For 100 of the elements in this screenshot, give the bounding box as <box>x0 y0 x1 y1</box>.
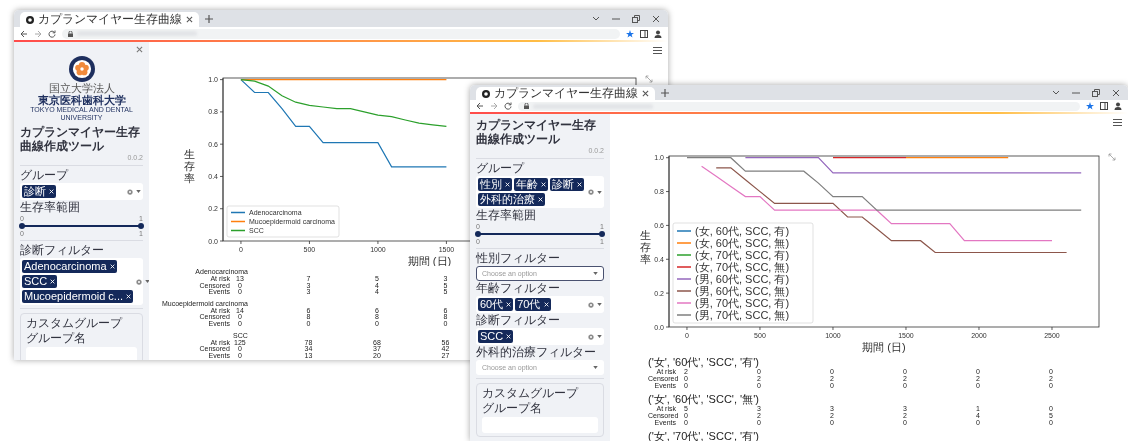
field-label: 診断フィルター <box>476 314 561 327</box>
filter-tag[interactable]: SCC <box>22 275 58 288</box>
multiselect-field[interactable]: 診断 <box>20 183 143 200</box>
panel-icon[interactable] <box>640 29 648 38</box>
field-label: グループ <box>476 162 526 175</box>
clear-icon[interactable] <box>136 278 143 285</box>
field-label: グループ名 <box>26 332 87 345</box>
slider-thumb[interactable] <box>138 223 144 229</box>
remove-icon[interactable] <box>126 294 132 299</box>
axis-title: 期間 (日) <box>862 341 906 353</box>
circle-icon <box>482 89 490 98</box>
clear-icon[interactable] <box>588 189 594 195</box>
multiselect-field[interactable]: SCC <box>476 328 604 345</box>
field-label: 診断フィルター <box>20 244 105 257</box>
group-name: ('女', '60代', 'SCC', '無') <box>648 393 759 405</box>
university-logo <box>68 56 95 82</box>
filter-tag[interactable]: 年齢 <box>514 178 548 191</box>
remove-icon[interactable] <box>541 182 546 187</box>
caret-icon[interactable] <box>597 335 602 338</box>
caret-icon[interactable] <box>597 303 602 306</box>
panel-icon[interactable] <box>1100 102 1108 110</box>
address-field[interactable] <box>62 28 620 39</box>
restore-icon[interactable] <box>632 14 640 23</box>
browser-tab[interactable]: カプランマイヤー生存曲線 <box>476 87 655 100</box>
close-icon[interactable] <box>1112 88 1120 97</box>
clear-icon[interactable] <box>588 301 594 308</box>
remove-icon[interactable] <box>538 197 543 202</box>
panel-title: カスタムグループ <box>26 317 124 330</box>
legend-label: (女, 70代, SCC, 有) <box>695 248 790 261</box>
legend-label: (男, 70代, SCC, 無) <box>695 308 790 321</box>
filter-tag[interactable]: 70代 <box>515 298 551 311</box>
browser-tab[interactable]: カプランマイヤー生存曲線 <box>20 12 199 27</box>
university-name: 東京医科歯科大学 <box>37 94 126 106</box>
remove-icon[interactable] <box>109 264 115 269</box>
lock-icon <box>68 30 73 37</box>
caret-icon[interactable] <box>593 272 598 275</box>
star-icon[interactable] <box>1086 102 1094 110</box>
chevron-icon[interactable] <box>592 15 600 22</box>
close-icon[interactable] <box>642 90 649 97</box>
remove-icon[interactable] <box>506 334 512 339</box>
legend-label: (女, 70代, SCC, 無) <box>695 260 790 273</box>
chevron-icon[interactable] <box>1052 89 1060 96</box>
app-title: カプランマイヤー生存曲線作成ツール <box>20 125 141 153</box>
caret-icon[interactable] <box>145 280 149 283</box>
remove-icon[interactable] <box>505 182 510 187</box>
remove-icon[interactable] <box>543 302 549 307</box>
legend-label: (男, 70代, SCC, 有) <box>695 296 790 309</box>
field-label: 外科的治療フィルター <box>476 346 597 359</box>
caret-icon[interactable] <box>597 190 602 194</box>
remove-icon[interactable] <box>577 182 582 187</box>
back-arrow-icon[interactable] <box>20 29 28 38</box>
legend-label: (男, 60代, SCC, 無) <box>695 284 790 297</box>
filter-tag[interactable]: SCC <box>478 330 514 343</box>
close-icon[interactable] <box>652 14 660 23</box>
multiselect-field[interactable]: 性別 年齢 診断 外科的治療 <box>476 176 604 208</box>
clear-icon[interactable] <box>127 188 133 195</box>
caret-icon[interactable] <box>136 190 141 193</box>
filter-tag[interactable]: Adenocarcinoma <box>22 260 117 273</box>
star-icon[interactable] <box>626 29 634 38</box>
filter-tag[interactable]: 性別 <box>478 178 512 191</box>
group-name: ('女', '60代', 'SCC', '有') <box>648 356 759 368</box>
remove-icon[interactable] <box>49 189 54 194</box>
slider-thumb[interactable] <box>475 231 481 237</box>
field-label: 年齢フィルター <box>476 282 561 295</box>
person-icon[interactable] <box>654 29 662 38</box>
caret-icon[interactable] <box>593 366 598 369</box>
filter-tag[interactable]: 診断 <box>22 185 56 198</box>
close-icon[interactable] <box>136 46 143 53</box>
restore-icon[interactable] <box>1092 88 1100 97</box>
filter-tag[interactable]: Mucoepidermoid c... <box>22 290 134 303</box>
remove-icon[interactable] <box>506 302 512 307</box>
axis-title: 生存率 <box>640 228 651 266</box>
field-label: 生存率範囲 <box>20 201 81 214</box>
back-arrow-icon[interactable] <box>476 102 484 110</box>
plus-icon[interactable] <box>661 88 669 97</box>
filter-tag[interactable]: 診断 <box>550 178 584 191</box>
close-icon[interactable] <box>186 16 193 23</box>
filter-tag[interactable]: 外科的治療 <box>478 193 545 206</box>
address-field[interactable] <box>518 101 1080 111</box>
legend-label: (女, 60代, SCC, 有) <box>695 224 790 237</box>
field-label: グループ <box>20 169 70 182</box>
axis-title: 生存率 <box>184 147 195 185</box>
reload-icon[interactable] <box>504 102 512 110</box>
person-icon[interactable] <box>1114 102 1122 110</box>
legend-label: (女, 60代, SCC, 無) <box>695 236 790 249</box>
filter-tag[interactable]: 60代 <box>478 298 514 311</box>
menu-icon[interactable] <box>653 47 662 54</box>
clear-icon[interactable] <box>588 333 594 340</box>
slider-thumb[interactable] <box>599 231 605 237</box>
input-field[interactable] <box>26 347 137 360</box>
multiselect-field[interactable]: 60代 70代 <box>476 296 604 313</box>
slider-thumb[interactable] <box>19 223 25 229</box>
menu-icon[interactable] <box>1113 119 1122 126</box>
organization-type: 国立大学法人 <box>48 82 115 94</box>
legend-label: (男, 60代, SCC, 有) <box>695 272 790 285</box>
plus-icon[interactable] <box>205 14 213 23</box>
reload-icon[interactable] <box>48 29 56 38</box>
field-label: グループ名 <box>482 402 543 415</box>
lock-icon <box>524 103 529 109</box>
remove-icon[interactable] <box>50 279 56 284</box>
